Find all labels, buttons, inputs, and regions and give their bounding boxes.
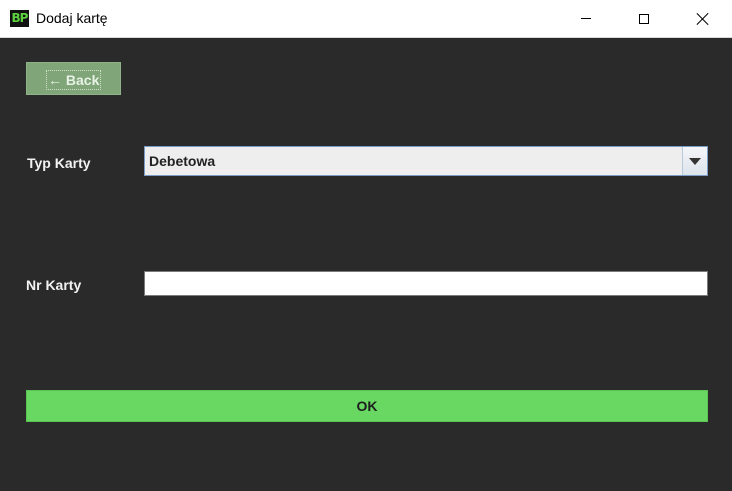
card-type-label: Typ Karty [27, 155, 91, 171]
card-number-label: Nr Karty [26, 277, 82, 293]
ok-button-label: OK [356, 398, 378, 414]
app-logo-icon: BP [10, 10, 29, 27]
minimize-icon [581, 18, 591, 19]
maximize-icon [639, 13, 649, 24]
app-window: BP Dodaj kartę ← Back Typ Karty Debetowa… [0, 0, 732, 491]
card-number-input[interactable] [144, 271, 708, 296]
maximize-button[interactable] [615, 0, 673, 37]
window-title: Dodaj kartę [36, 10, 108, 26]
dropdown-arrow-button[interactable] [682, 147, 707, 175]
card-type-select[interactable]: Debetowa [144, 146, 708, 176]
close-button[interactable] [674, 0, 732, 37]
back-button[interactable]: ← Back [26, 62, 121, 95]
minimize-button[interactable] [557, 0, 615, 37]
card-type-selected-value: Debetowa [149, 153, 216, 169]
close-icon [697, 13, 709, 25]
chevron-down-icon [689, 157, 701, 165]
ok-button[interactable]: OK [26, 390, 708, 422]
title-bar: BP Dodaj kartę [0, 0, 732, 38]
back-button-label: ← Back [46, 70, 102, 90]
